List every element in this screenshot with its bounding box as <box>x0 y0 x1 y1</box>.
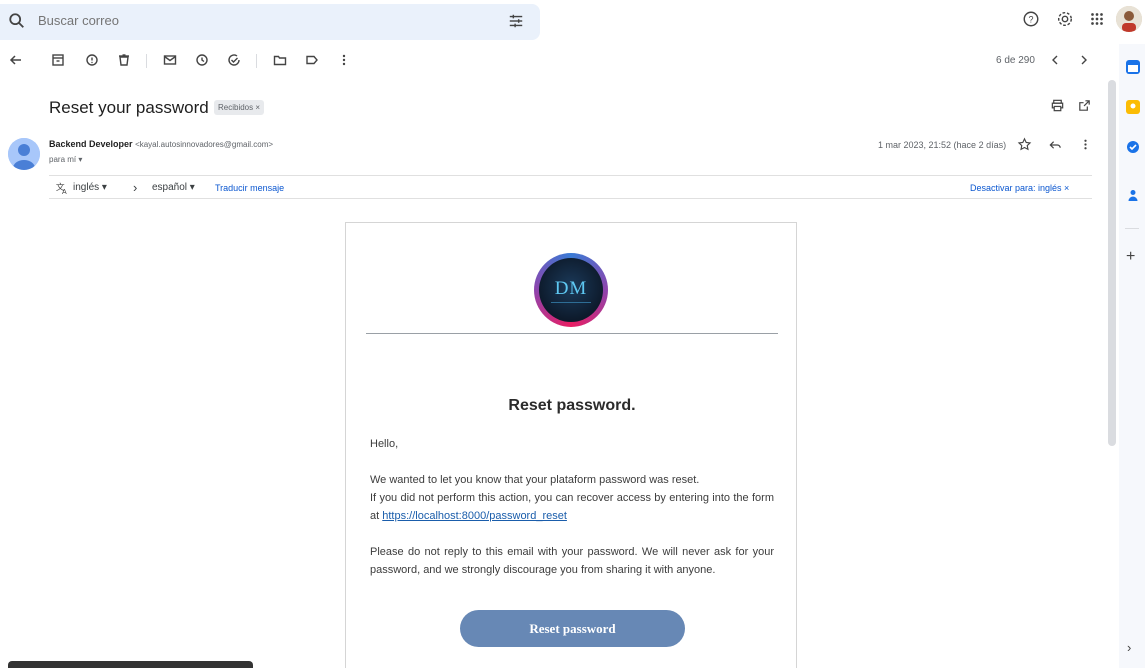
email-line-2: If you did not perform this action, you … <box>370 492 774 522</box>
sender-email: <kayal.autosinnovadores@gmail.com> <box>135 140 274 149</box>
snooze-clock-icon[interactable] <box>194 52 212 70</box>
search-bar[interactable] <box>0 4 540 40</box>
reply-arrow-icon[interactable] <box>1048 137 1064 153</box>
side-panel: + › <box>1119 44 1145 668</box>
calendar-icon[interactable] <box>1126 60 1140 74</box>
toolbar-divider <box>146 54 147 68</box>
help-icon[interactable]: ? <box>1022 10 1042 30</box>
message-counter: 6 de 290 <box>996 55 1035 66</box>
card-divider <box>366 333 778 334</box>
back-arrow-icon[interactable] <box>8 52 26 70</box>
message-more-vertical-icon[interactable] <box>1078 137 1094 153</box>
mark-unread-envelope-icon[interactable] <box>162 52 180 70</box>
email-line-1: We wanted to let you know that your plat… <box>370 474 700 486</box>
bottom-notification-bar <box>8 661 253 668</box>
add-addon-plus-icon[interactable]: + <box>1126 248 1135 266</box>
disable-translation-link[interactable]: Desactivar para: inglés × <box>970 183 1069 193</box>
filter-options-icon[interactable] <box>508 13 526 31</box>
email-subject: Reset your password <box>49 98 209 117</box>
report-spam-icon[interactable] <box>84 52 102 70</box>
translate-message-link[interactable]: Traducir mensaje <box>215 183 284 193</box>
logo-text: DM <box>554 278 588 299</box>
top-bar: ? <box>0 0 1145 44</box>
reset-password-button[interactable]: Reset password <box>460 610 685 647</box>
email-body-card: DM Reset password. Hello, We wanted to l… <box>345 222 797 668</box>
inbox-label-chip[interactable]: Recibidos × <box>214 100 265 115</box>
translate-icon: 文A <box>55 181 69 195</box>
account-avatar[interactable] <box>1116 6 1142 32</box>
expand-panel-chevron-icon[interactable]: › <box>1127 640 1131 655</box>
target-language-dropdown[interactable]: español ▾ <box>152 182 195 193</box>
newer-chevron-left-icon[interactable] <box>1047 52 1065 70</box>
tasks-icon[interactable] <box>1126 140 1140 154</box>
more-vertical-icon[interactable] <box>336 52 354 70</box>
svg-text:A: A <box>62 189 67 195</box>
email-paragraph-2: Please do not reply to this email with y… <box>370 546 774 576</box>
open-in-new-window-icon[interactable] <box>1077 98 1093 114</box>
sender-name: Backend Developer <box>49 139 133 149</box>
message-toolbar: 6 de 290 <box>0 48 1100 76</box>
search-icon[interactable] <box>8 12 28 32</box>
sender-info[interactable]: Backend Developer <kayal.autosinnovadore… <box>49 139 273 149</box>
move-to-folder-icon[interactable] <box>272 52 290 70</box>
scrollbar-thumb[interactable] <box>1108 80 1116 446</box>
keep-notes-icon[interactable] <box>1126 100 1140 114</box>
print-icon[interactable] <box>1050 98 1066 114</box>
delete-trash-icon[interactable] <box>116 52 134 70</box>
translate-arrow: › <box>133 180 138 195</box>
settings-gear-icon[interactable] <box>1056 10 1076 30</box>
toolbar-divider <box>256 54 257 68</box>
svg-text:?: ? <box>1028 15 1033 25</box>
source-language-dropdown[interactable]: inglés ▾ <box>73 182 107 193</box>
add-to-tasks-icon[interactable] <box>226 52 244 70</box>
message-date: 1 mar 2023, 21:52 (hace 2 días) <box>878 140 1007 150</box>
password-reset-link[interactable]: https://localhost:8000/password_reset <box>382 510 567 522</box>
email-greeting: Hello, <box>370 438 399 450</box>
archive-icon[interactable] <box>50 52 68 70</box>
translate-bar: 文A inglés ▾ › español ▾ Traducir mensaje… <box>49 175 1092 199</box>
apps-grid-icon[interactable] <box>1088 10 1108 30</box>
sender-avatar[interactable] <box>8 138 40 170</box>
side-panel-divider <box>1125 228 1139 229</box>
label-tag-icon[interactable] <box>304 52 322 70</box>
dm-logo: DM <box>534 253 608 327</box>
search-input[interactable] <box>38 13 338 28</box>
email-title: Reset password. <box>508 397 636 414</box>
star-icon[interactable] <box>1017 137 1033 153</box>
recipient-details-toggle[interactable]: para mí ▾ <box>49 155 82 164</box>
older-chevron-right-icon[interactable] <box>1076 52 1094 70</box>
contacts-icon[interactable] <box>1126 188 1140 202</box>
email-paragraph-1: We wanted to let you know that your plat… <box>370 471 774 525</box>
